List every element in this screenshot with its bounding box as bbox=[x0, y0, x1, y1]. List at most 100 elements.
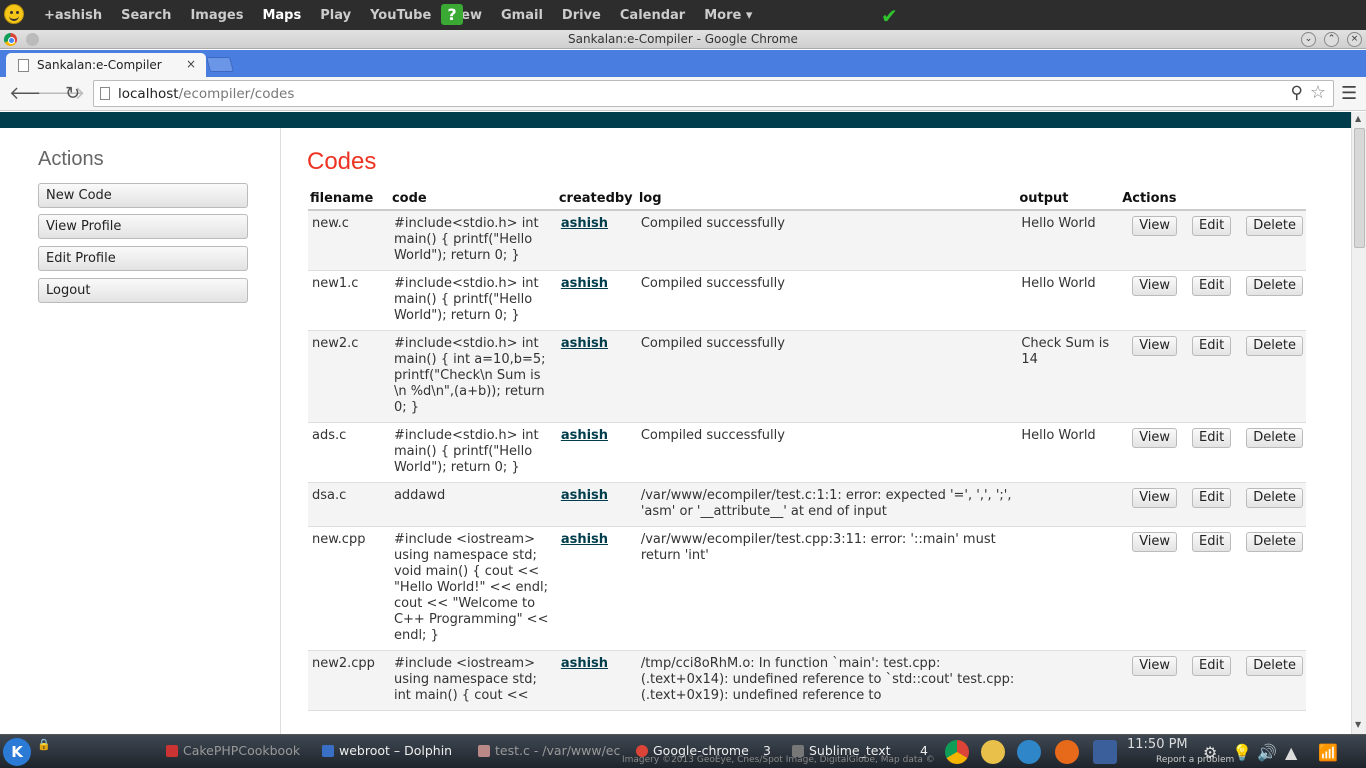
gbar-link-search[interactable]: Search bbox=[121, 8, 171, 23]
checkmark-icon[interactable]: ✔ bbox=[881, 4, 898, 28]
url-text[interactable]: localhost/ecompiler/codes bbox=[118, 86, 294, 102]
address-bar[interactable]: localhost/ecompiler/codes ⚲ ☆ bbox=[93, 80, 1334, 107]
cell-filename: new1.c bbox=[312, 276, 359, 291]
column-header-code[interactable]: code bbox=[389, 190, 557, 211]
chrome-launcher-icon[interactable] bbox=[945, 740, 969, 764]
network-launcher-icon[interactable] bbox=[1017, 740, 1041, 764]
edit-button[interactable]: Edit bbox=[1192, 276, 1232, 296]
delete-button[interactable]: Delete bbox=[1246, 532, 1303, 552]
delete-button[interactable]: Delete bbox=[1246, 488, 1303, 508]
window-title: Sankalan:e-Compiler - Google Chrome bbox=[568, 32, 798, 46]
scroll-up-icon[interactable]: ▲ bbox=[1355, 114, 1361, 123]
delete-button[interactable]: Delete bbox=[1246, 216, 1303, 236]
edit-button[interactable]: Edit bbox=[1192, 488, 1232, 508]
edit-button[interactable]: Edit bbox=[1192, 532, 1232, 552]
gbar-link-drive[interactable]: Drive bbox=[562, 8, 601, 23]
cell-createdby-link[interactable]: ashish bbox=[561, 488, 608, 503]
clock[interactable]: 11:50 PM bbox=[1127, 737, 1188, 752]
view-profile-button[interactable]: View Profile bbox=[38, 214, 248, 239]
scroll-down-icon[interactable]: ▼ bbox=[1355, 720, 1361, 729]
cell-log: /var/www/ecompiler/test.cpp:3:11: error:… bbox=[640, 532, 996, 563]
table-row: ads.c #include<stdio.h> int main() { prin… bbox=[308, 422, 1306, 483]
gbar-link-images[interactable]: Images bbox=[190, 8, 243, 23]
new-code-button[interactable]: New Code bbox=[38, 183, 248, 208]
gbar-link-play[interactable]: Play bbox=[320, 8, 351, 23]
view-button[interactable]: View bbox=[1132, 656, 1178, 676]
url-path: /ecompiler/codes bbox=[178, 86, 295, 102]
desktop-launcher-icon[interactable] bbox=[1093, 740, 1117, 764]
edit-button[interactable]: Edit bbox=[1192, 216, 1232, 236]
view-button[interactable]: View bbox=[1132, 428, 1178, 448]
view-button[interactable]: View bbox=[1132, 216, 1178, 236]
cell-log: Compiled successfully bbox=[640, 336, 785, 351]
codes-table: filename code createdby log output Actio… bbox=[308, 190, 1306, 711]
cell-createdby-link[interactable]: ashish bbox=[561, 336, 608, 351]
reload-icon[interactable]: ↻ bbox=[65, 83, 80, 104]
column-header-filename[interactable]: filename bbox=[308, 190, 390, 211]
edit-button[interactable]: Edit bbox=[1192, 656, 1232, 676]
bookmark-star-icon[interactable]: ☆ bbox=[1310, 82, 1326, 103]
volume-icon[interactable]: 🔊 bbox=[1257, 743, 1277, 762]
delete-button[interactable]: Delete bbox=[1246, 336, 1303, 356]
page-icon bbox=[100, 87, 110, 100]
search-icon[interactable]: ⚲ bbox=[1291, 83, 1303, 103]
smiley-icon[interactable] bbox=[4, 4, 24, 24]
column-header-log[interactable]: log bbox=[636, 190, 1018, 211]
view-button[interactable]: View bbox=[1132, 336, 1178, 356]
column-header-createdby[interactable]: createdby bbox=[556, 190, 637, 211]
sidebar-heading: Actions bbox=[38, 148, 104, 170]
tray-expand-icon[interactable]: ▲ bbox=[1285, 743, 1297, 762]
delete-button[interactable]: Delete bbox=[1246, 276, 1303, 296]
cell-createdby-link[interactable]: ashish bbox=[561, 216, 608, 231]
task-test-c[interactable]: test.c - /var/www/ec bbox=[472, 741, 622, 763]
cell-code: addawd bbox=[393, 488, 446, 503]
gbar-link-youtube[interactable]: YouTube bbox=[370, 8, 431, 23]
firefox-launcher-icon[interactable] bbox=[1055, 740, 1079, 764]
maximize-icon[interactable]: ⌃ bbox=[1324, 32, 1339, 47]
table-cell: #include<stdio.h> int main() { printf("H… bbox=[389, 270, 557, 331]
logout-button[interactable]: Logout bbox=[38, 278, 248, 303]
task-cakephp[interactable]: CakePHPCookbook bbox=[160, 741, 310, 763]
scrollbar-thumb[interactable] bbox=[1354, 128, 1365, 248]
edit-button[interactable]: Edit bbox=[1192, 336, 1232, 356]
cell-createdby-link[interactable]: ashish bbox=[561, 428, 608, 443]
tab-ecompiler[interactable]: Sankalan:e-Compiler × bbox=[6, 53, 206, 77]
column-header-actions: Actions bbox=[1120, 190, 1306, 211]
minimize-icon[interactable]: ⌄ bbox=[1301, 32, 1316, 47]
table-row: dsa.c addawd ashish/var/www/ecompiler/test… bbox=[308, 482, 1306, 527]
gbar-link-more[interactable]: More ▾ bbox=[704, 8, 752, 23]
view-button[interactable]: View bbox=[1132, 276, 1178, 296]
view-button[interactable]: View bbox=[1132, 532, 1178, 552]
vertical-scrollbar[interactable]: ▲ ▼ bbox=[1351, 112, 1366, 734]
table-cell: ashish bbox=[556, 482, 637, 527]
gbar-link-profile[interactable]: +ashish bbox=[44, 8, 102, 23]
delete-button[interactable]: Delete bbox=[1246, 656, 1303, 676]
kde-menu-icon[interactable]: K bbox=[3, 738, 31, 766]
question-icon[interactable]: ? bbox=[441, 4, 463, 25]
settings-gear-icon[interactable]: ⚙ bbox=[1203, 743, 1217, 762]
gbar-link-gmail[interactable]: Gmail bbox=[501, 8, 543, 23]
task-label: CakePHPCookbook bbox=[183, 743, 301, 758]
menu-icon[interactable]: ☰ bbox=[1341, 83, 1357, 104]
table-cell: Hello World bbox=[1017, 210, 1121, 271]
table-cell: ashish bbox=[556, 650, 637, 711]
new-tab-button[interactable] bbox=[205, 57, 235, 72]
gbar-link-maps[interactable]: Maps bbox=[262, 8, 301, 23]
lock-icon[interactable]: 🔒 bbox=[37, 738, 51, 751]
table-cell: #include <iostream> using namespace std;… bbox=[389, 650, 557, 711]
view-button[interactable]: View bbox=[1132, 488, 1178, 508]
lightbulb-icon[interactable]: 💡 bbox=[1232, 743, 1252, 762]
cell-createdby-link[interactable]: ashish bbox=[561, 656, 608, 671]
gimp-launcher-icon[interactable] bbox=[981, 740, 1005, 764]
column-header-output[interactable]: output bbox=[1017, 190, 1121, 211]
cell-createdby-link[interactable]: ashish bbox=[561, 532, 608, 547]
edit-button[interactable]: Edit bbox=[1192, 428, 1232, 448]
tab-close-icon[interactable]: × bbox=[186, 57, 196, 71]
close-window-icon[interactable]: × bbox=[1347, 32, 1362, 47]
gbar-link-calendar[interactable]: Calendar bbox=[620, 8, 685, 23]
edit-profile-button[interactable]: Edit Profile bbox=[38, 246, 248, 271]
cell-createdby-link[interactable]: ashish bbox=[561, 276, 608, 291]
wifi-icon[interactable]: 📶 bbox=[1318, 743, 1338, 762]
task-dolphin[interactable]: webroot – Dolphin bbox=[316, 741, 466, 763]
delete-button[interactable]: Delete bbox=[1246, 428, 1303, 448]
